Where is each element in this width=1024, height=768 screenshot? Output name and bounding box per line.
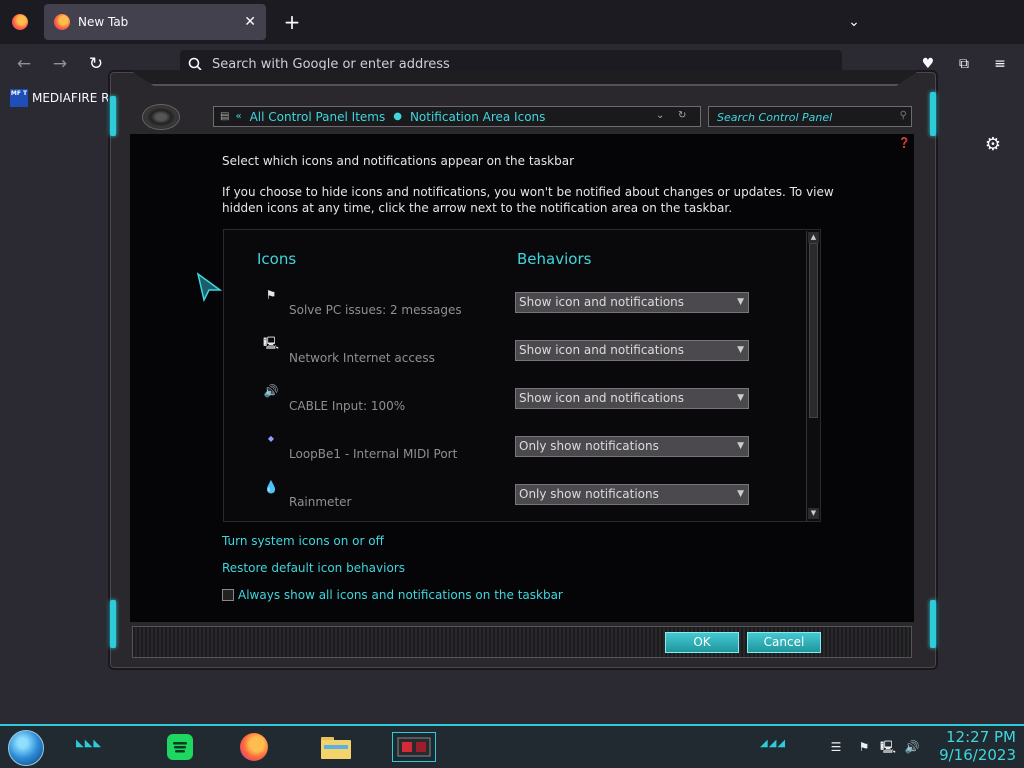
icons-scrollbar[interactable]: ▲ ▼ — [806, 231, 820, 521]
bookmark-mediafire[interactable]: MF T MEDIAFIRE RO — [10, 89, 119, 107]
search-control-panel[interactable]: ⚲ — [708, 106, 912, 127]
behavior-select[interactable]: Show icon and notifications ▼ — [515, 292, 749, 313]
behavior-select[interactable]: Only show notifications ▼ — [515, 484, 749, 505]
menu-button[interactable]: ≡ — [988, 52, 1012, 76]
behavior-value: Show icon and notifications — [519, 295, 685, 309]
restore-defaults-link[interactable]: Restore default icon behaviors — [222, 561, 405, 575]
refresh-icon[interactable]: ↻ — [678, 110, 686, 121]
tray-overflow-icon[interactable]: ☰ — [828, 739, 844, 755]
taskbar-spotify[interactable] — [158, 732, 202, 762]
mouse-cursor-icon — [196, 272, 222, 302]
taskbar-firefox[interactable] — [232, 732, 276, 762]
clock-time: 12:27 PM — [946, 728, 1016, 746]
dropdown-arrow-icon: ▼ — [737, 345, 744, 355]
tab-new-tab[interactable]: New Tab ✕ — [44, 4, 266, 40]
neon-decoration — [110, 96, 116, 136]
tab-title: New Tab — [78, 15, 129, 29]
tab-bar: New Tab ✕ + ⌄ — [0, 0, 1024, 44]
checkbox-label: Always show all icons and notifications … — [238, 588, 563, 602]
spotify-icon — [167, 734, 193, 760]
rainmeter-drop-icon: 💧 — [263, 480, 279, 494]
chevron-down-icon[interactable]: ⌄ — [656, 110, 664, 121]
firefox-icon — [54, 14, 70, 30]
behavior-value: Only show notifications — [519, 487, 659, 501]
extensions-button[interactable]: ⧉ — [952, 52, 976, 76]
breadcrumb-all-items[interactable]: All Control Panel Items — [250, 110, 386, 124]
icons-list-panel — [223, 229, 821, 522]
bookmark-label: MEDIAFIRE RO — [32, 91, 119, 105]
back-button[interactable]: ← — [12, 52, 36, 76]
firefox-pinned-tab[interactable] — [6, 8, 34, 36]
dropdown-arrow-icon: ▼ — [737, 489, 744, 499]
behavior-value: Show icon and notifications — [519, 391, 685, 405]
always-show-all-checkbox-row[interactable]: Always show all icons and notifications … — [222, 588, 563, 602]
behavior-select[interactable]: Show icon and notifications ▼ — [515, 340, 749, 361]
network-icon: 🖳 — [262, 336, 279, 350]
dropdown-arrow-icon: ▼ — [737, 297, 744, 307]
breadcrumb-back[interactable]: « — [235, 111, 241, 122]
row-label: LoopBe1 - Internal MIDI Port — [289, 447, 458, 461]
behavior-value: Only show notifications — [519, 439, 659, 453]
back-orb-button[interactable] — [142, 104, 180, 130]
always-show-all-checkbox[interactable] — [222, 589, 234, 601]
ok-button[interactable]: OK — [665, 632, 739, 653]
neon-decoration — [110, 600, 116, 648]
forward-button[interactable]: → — [48, 52, 72, 76]
row-label: CABLE Input: 100% — [289, 399, 406, 413]
row-label: Network Internet access — [289, 351, 435, 365]
action-center-flag-icon: ⚑ — [265, 288, 277, 302]
new-tab-button[interactable]: + — [280, 10, 304, 34]
dropdown-arrow-icon: ▼ — [737, 393, 744, 403]
search-icon — [188, 57, 202, 71]
scroll-down-icon[interactable]: ▼ — [808, 508, 819, 519]
help-icon[interactable]: ❓ — [898, 138, 910, 149]
start-button[interactable] — [8, 730, 44, 766]
taskbar-clock[interactable]: 12:27 PM 9/16/2023 — [932, 728, 1016, 764]
row-label: Solve PC issues: 2 messages — [289, 303, 462, 317]
clock-date: 9/16/2023 — [939, 746, 1016, 764]
breadcrumb-separator-icon: ● — [393, 111, 402, 122]
neon-decoration — [930, 600, 936, 648]
column-header-icons: Icons — [257, 250, 297, 268]
cancel-button[interactable]: Cancel — [747, 632, 821, 653]
breadcrumb-notification-area[interactable]: Notification Area Icons — [410, 110, 545, 124]
firefox-icon — [12, 14, 28, 30]
taskbar-control-panel[interactable] — [392, 732, 436, 762]
taskbar-decoration: ◢◢◢ — [760, 738, 787, 749]
turn-system-icons-link[interactable]: Turn system icons on or off — [222, 534, 384, 548]
mediafire-icon: MF T — [10, 89, 28, 107]
reload-button[interactable]: ↻ — [84, 52, 108, 76]
page-description: If you choose to hide icons and notifica… — [222, 185, 834, 215]
neon-decoration — [930, 92, 936, 136]
behavior-value: Show icon and notifications — [519, 343, 685, 357]
window-top-decoration — [130, 70, 920, 86]
list-tabs-button[interactable]: ⌄ — [842, 10, 866, 34]
behavior-select[interactable]: Only show notifications ▼ — [515, 436, 749, 457]
speaker-icon: 🔊 — [263, 384, 279, 398]
column-header-behaviors: Behaviors — [517, 250, 592, 268]
taskbar-decoration: ◣◣◣ — [76, 738, 103, 749]
scrollbar-thumb[interactable] — [809, 243, 818, 418]
breadcrumb[interactable]: ▤ « All Control Panel Items ● Notificati… — [213, 106, 701, 127]
tray-flag-icon[interactable]: ⚑ — [856, 739, 872, 755]
close-icon[interactable]: ✕ — [244, 14, 256, 30]
dropdown-arrow-icon: ▼ — [737, 441, 744, 451]
midi-port-icon: ◆ — [267, 434, 275, 443]
tray-volume-icon[interactable]: 🔊 — [904, 739, 920, 755]
gear-icon[interactable]: ⚙ — [982, 134, 1004, 156]
search-icon: ⚲ — [899, 110, 907, 121]
folder-icon — [321, 737, 351, 759]
computer-icon: ▤ — [220, 111, 230, 122]
page-title: Select which icons and notifications app… — [222, 154, 574, 168]
behavior-select[interactable]: Show icon and notifications ▼ — [515, 388, 749, 409]
tray-network-icon[interactable]: 🖳 — [880, 739, 896, 755]
search-input[interactable] — [715, 110, 895, 125]
firefox-icon — [240, 733, 268, 761]
control-panel-app-icon — [397, 737, 431, 757]
scroll-up-icon[interactable]: ▲ — [808, 232, 819, 243]
taskbar-file-explorer[interactable] — [314, 732, 358, 762]
row-label: Rainmeter — [289, 495, 352, 509]
